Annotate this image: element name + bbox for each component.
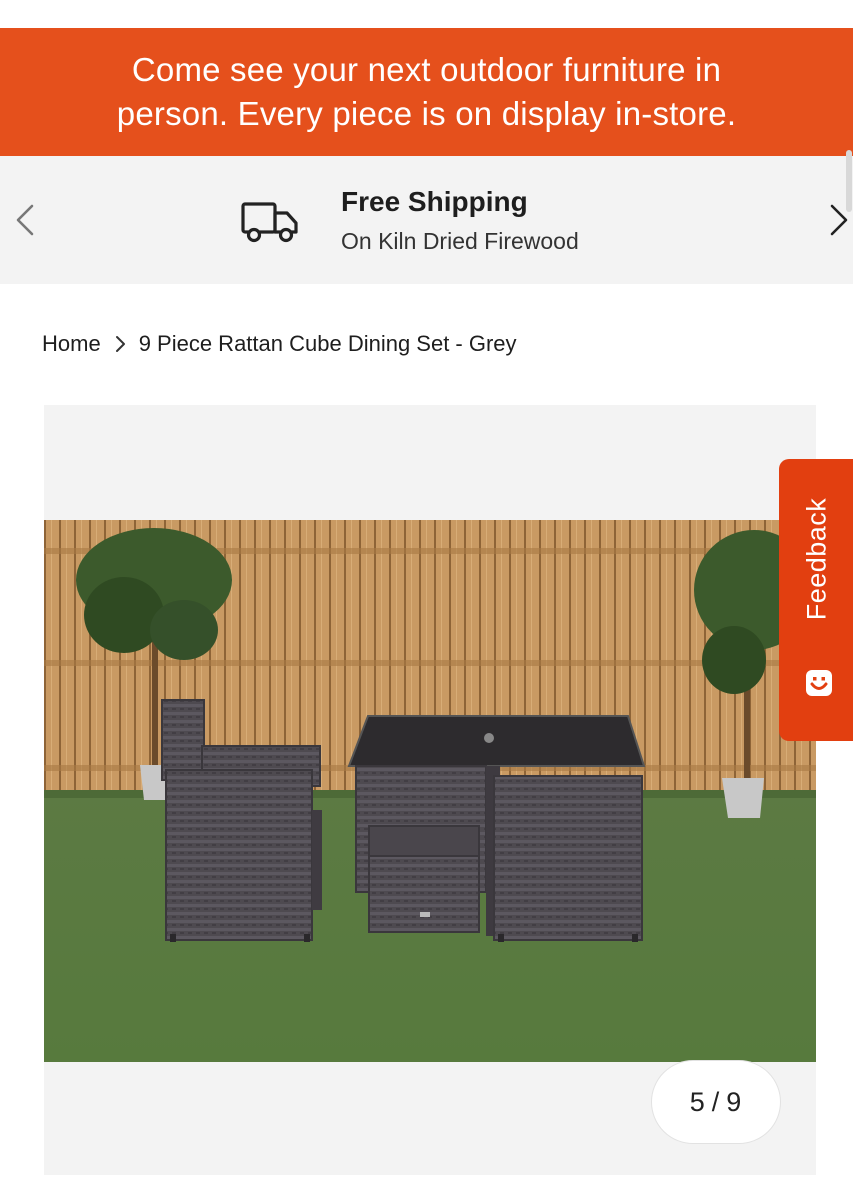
product-image-gallery[interactable]: 5 / 9 [44,405,816,1175]
chevron-right-icon [115,334,127,354]
smiley-icon [804,668,834,698]
image-counter-total: 9 [726,1086,743,1117]
promo-banner[interactable]: Come see your next outdoor furniture in … [0,28,853,156]
breadcrumb-current: 9 Piece Rattan Cube Dining Set - Grey [138,331,517,356]
feedback-label: Feedback [801,497,832,621]
promo-line-2: person. Every piece is on display in-sto… [116,95,737,132]
page-scrollbar[interactable] [846,150,852,212]
shipping-subtitle: On Kiln Dried Firewood [341,228,579,254]
breadcrumb-home-link[interactable]: Home [42,331,101,357]
image-counter: 5 / 9 [651,1060,781,1144]
shipping-announcement-bar: Free Shipping On Kiln Dried Firewood [0,156,853,284]
chevron-left-icon [16,204,34,236]
product-photo[interactable] [44,520,816,1062]
image-counter-current: 5 [689,1086,706,1117]
breadcrumb: Home 9 Piece Rattan Cube Dining Set - Gr… [42,328,517,360]
shipping-title: Free Shipping [341,186,528,217]
prev-announcement-button[interactable] [6,200,46,240]
status-gap [0,0,853,28]
promo-line-1: Come see your next outdoor furniture in [131,51,722,88]
image-counter-divider: / [711,1086,721,1117]
feedback-tab[interactable]: Feedback [779,459,853,741]
truck-icon [240,200,302,244]
